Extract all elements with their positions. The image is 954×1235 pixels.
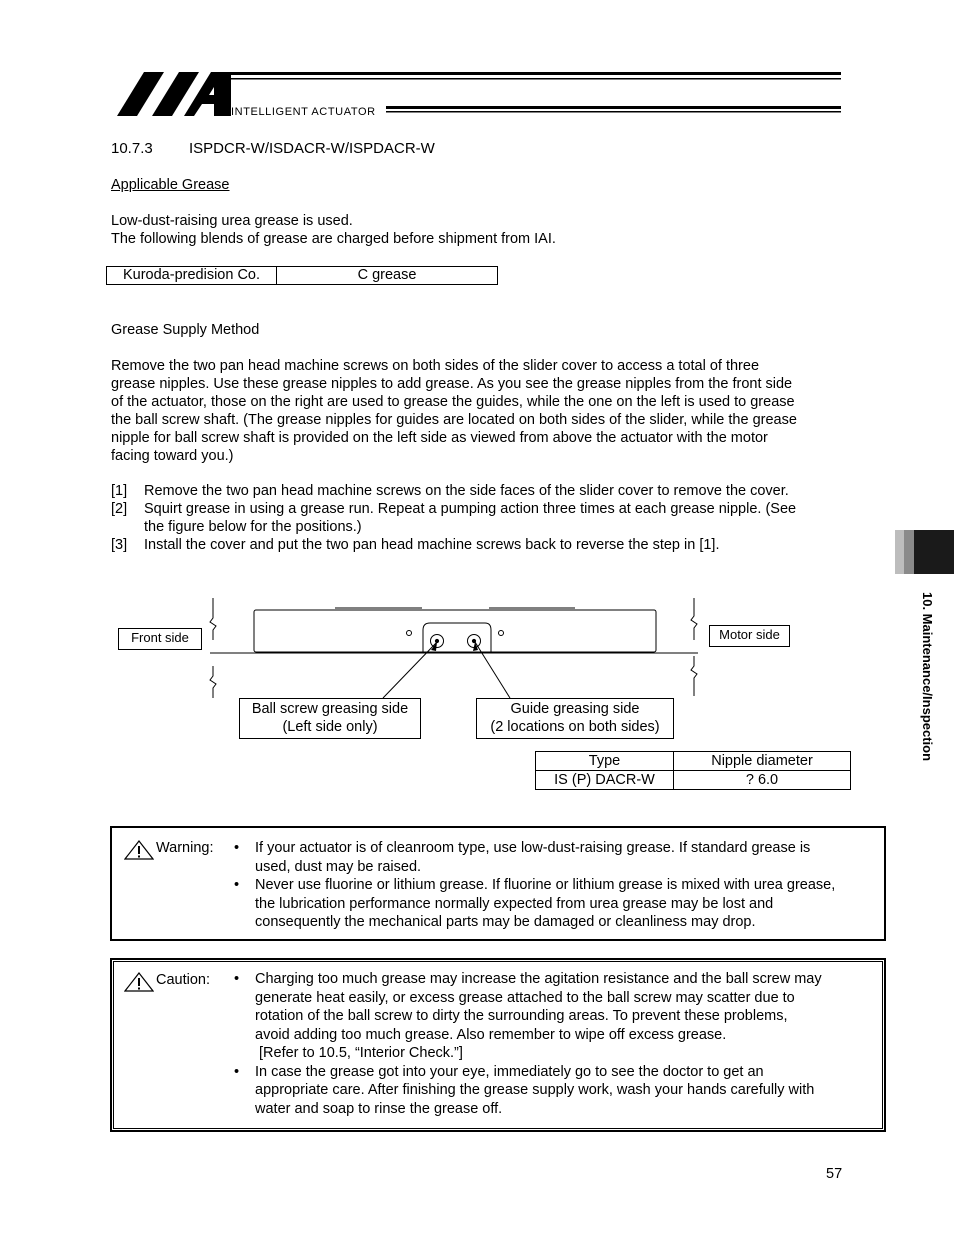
step-number: [1] xyxy=(111,483,128,499)
caution-line: [Refer to 10.5, “Interior Check.”] xyxy=(255,1045,463,1061)
caution-label: Caution: xyxy=(156,972,211,988)
table-cell: IS (P) DACR-W xyxy=(535,770,674,790)
warning-line: the lubrication performance normally exp… xyxy=(255,895,774,912)
warning-label: Warning: xyxy=(156,840,214,856)
warning-line: If your actuator is of cleanroom type, u… xyxy=(255,840,811,856)
ball-screw-leader xyxy=(382,641,438,699)
break-mark-left xyxy=(209,598,217,640)
paragraph-line: nipple for ball screw shaft is provided … xyxy=(111,430,768,446)
label-line: Ball screw greasing side xyxy=(251,701,409,717)
grease-table-row: Kuroda-predision Co. C grease xyxy=(106,266,498,285)
iai-logo-mark xyxy=(117,72,841,116)
section-number: 10.7.3 xyxy=(111,140,153,157)
warning-heading: Warning: xyxy=(124,840,213,860)
table-header: Nipple diameter xyxy=(673,751,851,771)
warning-item: If your actuator is of cleanroom type, u… xyxy=(234,839,876,876)
break-mark-left-lower xyxy=(209,666,217,698)
step-item: [2] Squirt grease in using a grease run.… xyxy=(111,500,851,536)
caution-item: Charging too much grease may increase th… xyxy=(234,970,876,1063)
step-item: [3] Install the cover and put the two pa… xyxy=(111,536,851,554)
guide-leader xyxy=(474,641,511,699)
paragraph-line: the ball screw shaft. (The grease nipple… xyxy=(111,412,797,428)
ball-screw-greasing-label: Ball screw greasing side (Left side only… xyxy=(239,698,421,739)
table-header: Type xyxy=(535,751,674,771)
grease-maker-cell: Kuroda-predision Co. xyxy=(106,266,277,285)
step-item: [1] Remove the two pan head machine scre… xyxy=(111,482,851,500)
caution-line: rotation of the ball screw to dirty the … xyxy=(255,1008,788,1024)
warning-box: Warning: If your actuator is of cleanroo… xyxy=(110,826,886,941)
iai-logo xyxy=(114,68,844,124)
break-mark-right xyxy=(690,598,698,640)
supply-method-heading: Grease Supply Method xyxy=(111,322,260,338)
break-mark-right-lower xyxy=(690,656,698,696)
motor-side-label: Motor side xyxy=(709,625,790,647)
screw-icon xyxy=(406,630,412,636)
step-number: [2] xyxy=(111,501,128,517)
paragraph-line: facing toward you.) xyxy=(111,448,234,464)
grease-intro-line1: Low-dust-raising urea grease is used. xyxy=(111,213,353,229)
label-line: (Left side only) xyxy=(282,719,378,735)
warning-triangle-icon xyxy=(124,840,154,860)
nipple-diameter-table: Type Nipple diameter IS (P) DACR-W ? 6.0 xyxy=(535,751,851,790)
chapter-title-text: 10. Maintenance/Inspection xyxy=(920,592,935,762)
step-number: [3] xyxy=(111,537,128,553)
section-name: ISPDCR-W/ISDACR-W/ISPDACR-W xyxy=(189,140,435,157)
table-header-row: Type Nipple diameter xyxy=(535,751,851,771)
caution-list: Charging too much grease may increase th… xyxy=(234,970,876,1118)
grease-table: Kuroda-predision Co. C grease xyxy=(106,266,498,285)
paragraph-line: Remove the two pan head machine screws o… xyxy=(111,358,760,374)
paragraph-line: grease nipples. Use these grease nipples… xyxy=(111,376,793,392)
table-row: IS (P) DACR-W ? 6.0 xyxy=(535,770,851,790)
grease-name-cell: C grease xyxy=(276,266,498,285)
step-text: Install the cover and put the two pan he… xyxy=(144,537,720,553)
warning-line: used, dust may be raised. xyxy=(255,858,422,875)
caution-line: generate heat easily, or excess grease a… xyxy=(255,989,795,1006)
logo-tagline: INTELLIGENT ACTUATOR xyxy=(231,106,376,118)
step-text: Remove the two pan head machine screws o… xyxy=(144,483,789,499)
section-title: 10.7.3 ISPDCR-W/ISDACR-W/ISPDACR-W xyxy=(111,140,435,157)
chapter-tab xyxy=(895,530,954,574)
grease-intro-line2: The following blends of grease are charg… xyxy=(111,231,556,247)
caution-line: In case the grease got into your eye, im… xyxy=(255,1063,764,1080)
caution-item: In case the grease got into your eye, im… xyxy=(234,1063,876,1119)
guide-greasing-label: Guide greasing side (2 locations on both… xyxy=(476,698,674,739)
slider-cover xyxy=(253,609,657,653)
warning-line: Never use fluorine or lithium grease. If… xyxy=(255,877,836,893)
warning-item: Never use fluorine or lithium grease. If… xyxy=(234,876,876,932)
label-line: (2 locations on both sides) xyxy=(490,719,660,735)
applicable-grease-heading: Applicable Grease xyxy=(111,177,230,193)
front-side-label: Front side xyxy=(118,628,202,650)
screw-icon xyxy=(498,630,504,636)
table-cell: ? 6.0 xyxy=(673,770,851,790)
caution-heading: Caution: xyxy=(124,972,210,992)
steps-list: [1] Remove the two pan head machine scre… xyxy=(111,482,851,554)
caution-line: avoid adding too much grease. Also remem… xyxy=(255,1026,727,1043)
chapter-side-title: 10. Maintenance/Inspection xyxy=(918,592,938,802)
caution-box: Caution: Charging too much grease may in… xyxy=(110,958,886,1132)
step-text: the figure below for the positions.) xyxy=(144,519,362,535)
supply-method-paragraph: Remove the two pan head machine screws o… xyxy=(111,357,851,465)
caution-line: Charging too much grease may increase th… xyxy=(255,971,822,987)
caution-line: appropriate care. After finishing the gr… xyxy=(255,1082,815,1098)
page-number: 57 xyxy=(826,1166,843,1182)
actuator-drawing xyxy=(209,598,698,699)
warning-list: If your actuator is of cleanroom type, u… xyxy=(234,839,876,932)
caution-line: water and soap to rinse the grease off. xyxy=(255,1100,503,1117)
paragraph-line: of the actuator, those on the right are … xyxy=(111,394,795,410)
warning-line: consequently the mechanical parts may be… xyxy=(255,914,756,930)
step-text: Squirt grease in using a grease run. Rep… xyxy=(144,501,797,517)
grease-nipple-diagram: Front side Motor side Ball screw greasin… xyxy=(100,590,820,740)
caution-triangle-icon xyxy=(124,972,154,992)
label-line: Guide greasing side xyxy=(510,701,640,717)
